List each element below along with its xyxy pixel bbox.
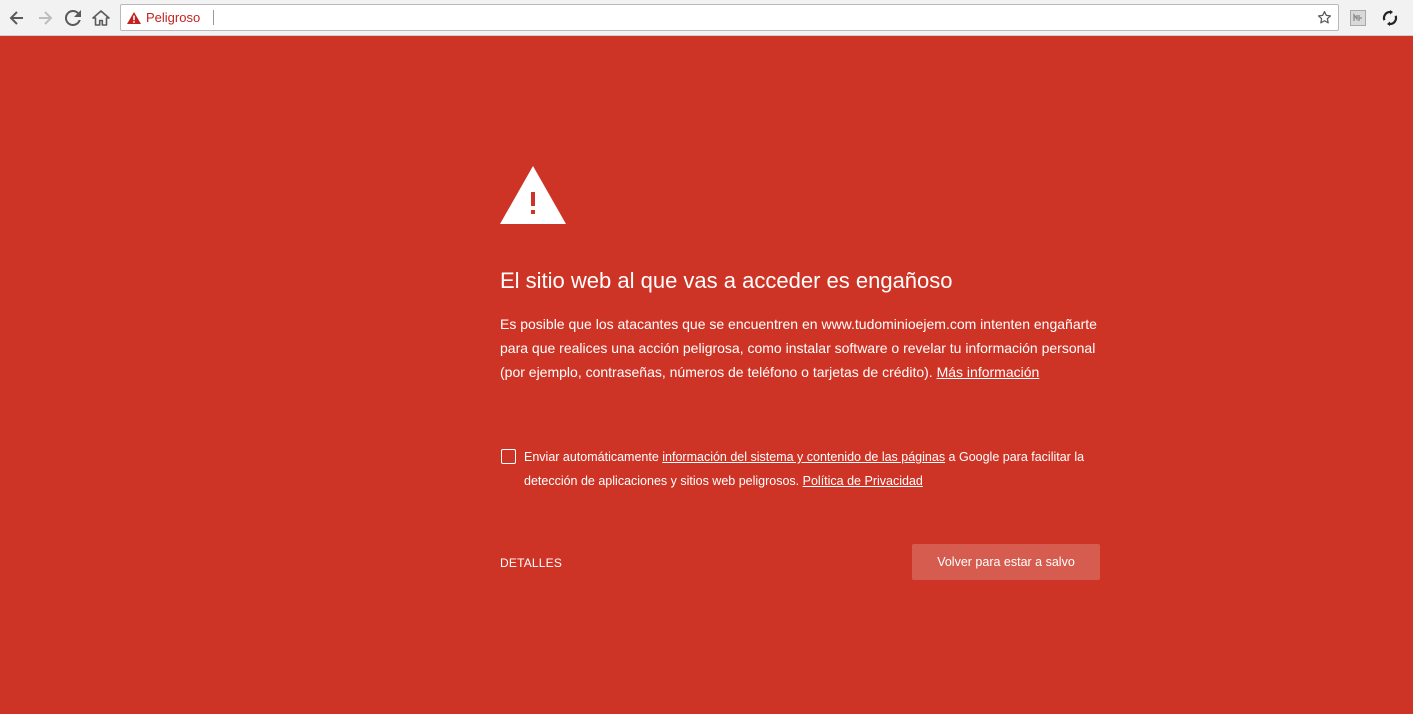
security-label: Peligroso [146,10,201,25]
reload-button[interactable] [61,6,85,30]
warning-description: Es posible que los atacantes que se encu… [500,312,1100,384]
sync-extension-button[interactable] [1380,8,1400,28]
bookmark-button[interactable] [1314,7,1334,27]
chip-divider [213,10,214,25]
warning-triangle-icon [127,11,141,24]
page-title: El sitio web al que vas a acceder es eng… [500,268,953,293]
sync-icon [1382,10,1398,26]
site-domain: www.tudominioejem.com [821,316,977,332]
system-info-link[interactable]: información del sistema y contenido de l… [662,450,945,464]
extension-icon [1350,10,1366,26]
security-indicator[interactable]: Peligroso [127,5,200,30]
home-button[interactable] [89,6,113,30]
privacy-policy-link[interactable]: Política de Privacidad [803,474,923,488]
optin-label: Enviar automáticamente información del s… [524,445,1100,493]
description-text: Es posible que los atacantes que se encu… [500,316,822,332]
forward-arrow-icon [39,11,53,25]
optin-text-1: Enviar automáticamente [524,450,663,464]
address-bar[interactable]: Peligroso [120,4,1339,31]
extension-button[interactable] [1348,8,1368,28]
back-arrow-icon [9,11,23,25]
back-to-safety-button[interactable]: Volver para estar a salvo [912,544,1100,580]
browser-toolbar: Peligroso [0,0,1413,36]
details-button[interactable]: DETALLES [500,556,562,570]
star-icon [1317,10,1331,23]
home-icon [92,10,110,26]
warning-triangle-icon [500,166,566,224]
reload-icon [65,10,81,26]
extended-reporting-checkbox[interactable] [501,449,516,464]
forward-button[interactable] [33,6,57,30]
more-info-link[interactable]: Más información [937,364,1040,380]
back-button[interactable] [5,6,29,30]
